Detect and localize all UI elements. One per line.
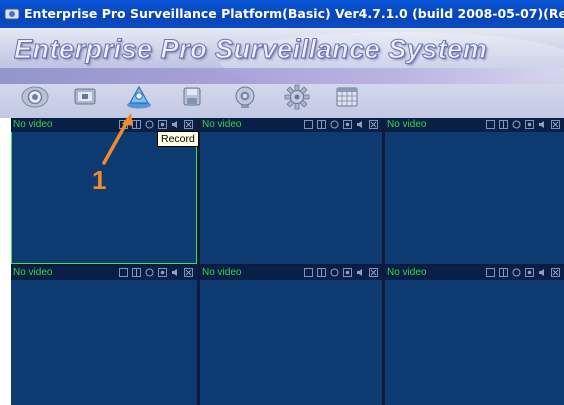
app-logo-icon xyxy=(4,8,20,20)
close-icon[interactable] xyxy=(369,268,378,277)
system-name: Enterprise Pro Surveillance System xyxy=(13,34,488,65)
close-icon[interactable] xyxy=(184,120,193,129)
audio-icon[interactable] xyxy=(538,268,547,277)
monitor-icon xyxy=(74,88,96,105)
video-cell-3[interactable]: No video xyxy=(385,118,564,264)
window-title: Enterprise Pro Surveillance Platform(Bas… xyxy=(24,6,564,21)
audio-icon[interactable] xyxy=(356,120,365,129)
ptz-icon[interactable] xyxy=(512,120,521,129)
no-video-label: No video xyxy=(13,267,53,278)
record-button[interactable] xyxy=(122,82,156,112)
split-screen-icon[interactable] xyxy=(317,120,326,129)
fullscreen-icon[interactable] xyxy=(119,120,128,129)
camera-button[interactable] xyxy=(228,82,262,112)
snapshot-icon[interactable] xyxy=(158,120,167,129)
no-video-label: No video xyxy=(387,267,427,278)
video-cell-header: No video xyxy=(200,266,382,280)
save-icon xyxy=(183,87,201,106)
video-cell-header: No video xyxy=(11,266,197,280)
audio-icon[interactable] xyxy=(538,120,547,129)
video-cell-2[interactable]: No video xyxy=(200,118,382,264)
cell-toolbar xyxy=(486,120,560,130)
cell-toolbar xyxy=(304,268,378,278)
split-screen-icon[interactable] xyxy=(317,268,326,277)
snapshot-icon[interactable] xyxy=(158,268,167,277)
cell-toolbar xyxy=(119,268,193,278)
close-icon[interactable] xyxy=(369,120,378,129)
audio-icon[interactable] xyxy=(356,268,365,277)
ptz-icon[interactable] xyxy=(330,268,339,277)
fullscreen-icon[interactable] xyxy=(304,268,313,277)
fullscreen-icon[interactable] xyxy=(486,120,495,129)
fullscreen-icon[interactable] xyxy=(304,120,313,129)
ptz-icon[interactable] xyxy=(145,268,154,277)
video-cell-header: No video xyxy=(11,118,197,132)
ptz-icon[interactable] xyxy=(512,268,521,277)
app-window: Enterprise Pro Surveillance Platform(Bas… xyxy=(0,0,564,405)
snapshot-icon[interactable] xyxy=(343,268,352,277)
record-tooltip: Record xyxy=(157,131,199,147)
no-video-label: No video xyxy=(387,119,427,130)
cell-toolbar xyxy=(304,120,378,130)
no-video-label: No video xyxy=(13,119,53,130)
fullscreen-icon[interactable] xyxy=(119,268,128,277)
no-video-label: No video xyxy=(202,119,242,130)
video-cell-6[interactable]: No video xyxy=(385,266,564,405)
split-screen-icon[interactable] xyxy=(132,120,141,129)
cell-toolbar xyxy=(486,268,560,278)
split-screen-icon[interactable] xyxy=(499,120,508,129)
save-button[interactable] xyxy=(175,82,209,112)
snapshot-icon[interactable] xyxy=(343,120,352,129)
close-icon[interactable] xyxy=(184,268,193,277)
gear-icon xyxy=(284,84,310,110)
video-cell-header: No video xyxy=(385,118,564,132)
split-screen-icon[interactable] xyxy=(132,268,141,277)
video-grid: No video No video No video No video No video… xyxy=(11,118,564,405)
cell-toolbar xyxy=(119,120,193,130)
video-cell-header: No video xyxy=(200,118,382,132)
video-cell-header: No video xyxy=(385,266,564,280)
no-video-label: No video xyxy=(202,267,242,278)
fullscreen-icon[interactable] xyxy=(486,268,495,277)
video-cell-4[interactable]: No video xyxy=(11,266,197,405)
snapshot-icon[interactable] xyxy=(525,120,534,129)
banner: Enterprise Pro Surveillance System xyxy=(0,28,564,118)
calendar-icon xyxy=(336,87,358,107)
camera-icon xyxy=(235,86,255,108)
step-number-label: 1 xyxy=(92,165,107,195)
settings-button[interactable] xyxy=(280,82,314,112)
snapshot-icon[interactable] xyxy=(525,268,534,277)
ptz-icon[interactable] xyxy=(145,120,154,129)
title-bar: Enterprise Pro Surveillance Platform(Bas… xyxy=(0,0,564,28)
eye-icon xyxy=(21,86,49,108)
record-icon xyxy=(127,85,151,109)
video-cell-5[interactable]: No video xyxy=(200,266,382,405)
split-screen-icon[interactable] xyxy=(499,268,508,277)
close-icon[interactable] xyxy=(551,120,560,129)
ptz-icon[interactable] xyxy=(330,120,339,129)
audio-icon[interactable] xyxy=(171,120,180,129)
schedule-button[interactable] xyxy=(330,82,364,112)
audio-icon[interactable] xyxy=(171,268,180,277)
monitor-button[interactable] xyxy=(68,82,102,112)
close-icon[interactable] xyxy=(551,268,560,277)
live-view-button[interactable] xyxy=(18,82,52,112)
